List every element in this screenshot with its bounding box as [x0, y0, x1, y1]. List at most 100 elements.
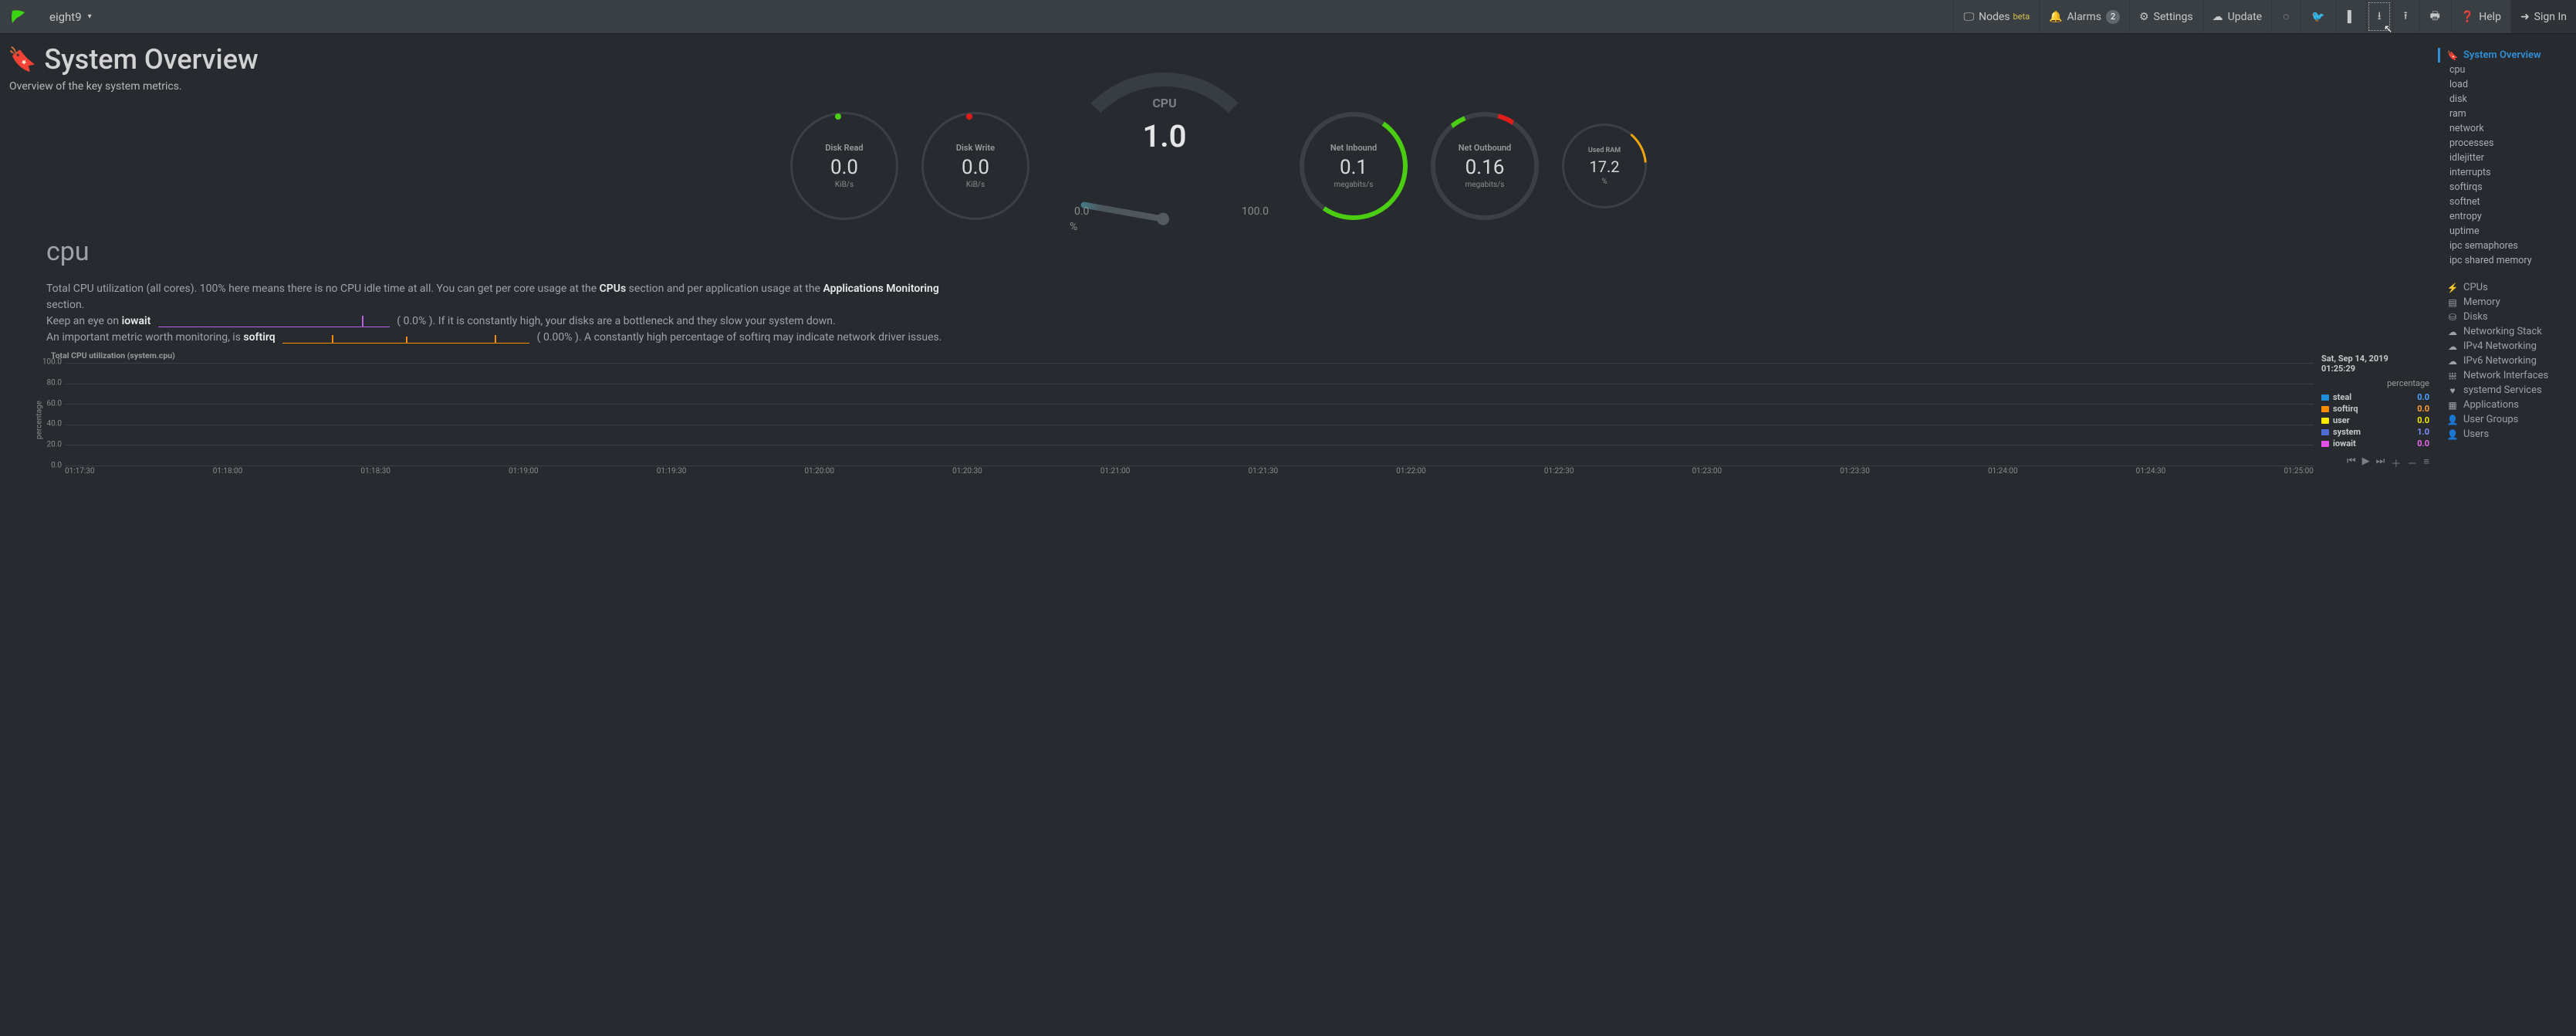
cpu-chart[interactable]: Total CPU utilization (system.cpu) perce…: [11, 350, 2314, 478]
hostname-dropdown[interactable]: eight9 ▾: [37, 10, 104, 24]
sidebar-item-memory[interactable]: ▤Memory: [2446, 295, 2567, 310]
gauge-cpu[interactable]: CPU 1.0 0.0 100.0 %: [1053, 96, 1276, 227]
legend-row-steal[interactable]: steal0.0: [2321, 391, 2429, 403]
sidebar-sub-softnet[interactable]: softnet: [2446, 195, 2567, 209]
alarms-count-badge: 2: [2106, 10, 2120, 24]
legend-date: Sat, Sep 14, 2019: [2321, 354, 2429, 364]
link-apps-monitoring[interactable]: Applications Monitoring: [823, 283, 938, 295]
cloud-icon: ☁: [2446, 327, 2459, 337]
facebook-icon: ▌: [2348, 10, 2355, 23]
nav-nodes[interactable]: 🖵 Nodes beta: [1953, 0, 2039, 33]
chart-xtick: 01:22:00: [1396, 467, 1426, 478]
sidebar-sub-cpu[interactable]: cpu: [2446, 63, 2567, 77]
gauge-disk-read[interactable]: Disk Read 0.0 KiB/s: [790, 112, 898, 220]
signin-icon: ➜: [2520, 11, 2530, 23]
sidebar-item-cpus[interactable]: ⚡CPUs: [2446, 280, 2567, 295]
chart-zoom-in-icon[interactable]: ＋: [2391, 455, 2401, 470]
bolt-icon: ⚡: [2446, 283, 2459, 293]
chart-xtick: 01:18:00: [213, 467, 243, 478]
sidebar-sub-uptime[interactable]: uptime: [2446, 224, 2567, 239]
nav-signin[interactable]: ➜ Sign In: [2510, 0, 2576, 33]
sidebar-item-ipv6-networking[interactable]: ☁IPv6 Networking: [2446, 354, 2567, 368]
sidebar-sub-ipc-semaphores[interactable]: ipc semaphores: [2446, 239, 2567, 253]
legend-row-iowait[interactable]: iowait0.0: [2321, 438, 2429, 449]
legend-row-user[interactable]: user0.0: [2321, 415, 2429, 426]
chart-zoom-out-icon[interactable]: －: [2407, 455, 2417, 470]
sidebar-item-ipv4-networking[interactable]: ☁IPv4 Networking: [2446, 339, 2567, 354]
legend-series-value: 0.0: [2417, 404, 2429, 414]
legend-swatch: [2321, 406, 2329, 412]
cpu-scale-max: 100.0: [1242, 205, 1269, 218]
nav-print[interactable]: 🖶: [2419, 0, 2451, 33]
chart-ytick: 60.0: [39, 399, 62, 408]
desc-text: section and per application usage at the: [629, 283, 823, 295]
sidebar-item-user-groups[interactable]: 👤User Groups: [2446, 412, 2567, 427]
sidebar-item-disks[interactable]: ⛁Disks: [2446, 310, 2567, 324]
legend-series-value: 1.0: [2417, 427, 2429, 437]
nav-github[interactable]: ◌: [2271, 0, 2300, 33]
print-icon: 🖶: [2430, 8, 2440, 26]
nav-update[interactable]: ☁ Update: [2202, 0, 2271, 33]
desc-text: An important metric worth monitoring, is: [46, 331, 243, 344]
nav-upload[interactable]: ⭱: [2392, 0, 2419, 33]
cpu-percent-symbol: %: [1070, 221, 1077, 233]
chart-controls: ⏮ ▶ ⏭ ＋ － ≡: [2321, 455, 2429, 470]
sidebar-sub-network[interactable]: network: [2446, 121, 2567, 136]
desc-text: (: [537, 331, 541, 344]
gauge-used-ram[interactable]: Used RAM 17.2 %: [1562, 124, 1647, 208]
sidebar-item-system-overview[interactable]: 🔖 System Overview: [2438, 48, 2567, 63]
sidebar-item-applications[interactable]: ▦Applications: [2446, 398, 2567, 412]
sidebar-sub-disk[interactable]: disk: [2446, 92, 2567, 107]
legend-swatch: [2321, 429, 2329, 435]
sidebar-sub-interrupts[interactable]: interrupts: [2446, 165, 2567, 180]
legend-row-softirq[interactable]: softirq0.0: [2321, 403, 2429, 415]
desc-highlight-softirq: softirq: [243, 331, 275, 344]
chart-xtick: 01:21:30: [1249, 467, 1279, 478]
nav-alarms[interactable]: 🔔 Alarms 2: [2039, 0, 2129, 33]
sidebar-sub-processes[interactable]: processes: [2446, 136, 2567, 151]
github-icon: ◌: [2283, 10, 2289, 23]
nav-help[interactable]: ❓ Help: [2451, 0, 2510, 33]
chart-play-icon[interactable]: ▶: [2362, 455, 2370, 470]
chart-xtick: 01:23:00: [1692, 467, 1722, 478]
chart-rewind-icon[interactable]: ⏮: [2347, 455, 2356, 470]
bell-icon: 🔔: [2049, 11, 2062, 23]
sidebar-item-networking-stack[interactable]: ☁Networking Stack: [2446, 324, 2567, 339]
chart-plot-area[interactable]: [65, 362, 2314, 466]
sidebar-sub-softirqs[interactable]: softirqs: [2446, 180, 2567, 195]
gauge-disk-write[interactable]: Disk Write 0.0 KiB/s: [921, 112, 1029, 220]
sidebar-item-network-interfaces[interactable]: 𝍐Network Interfaces: [2446, 368, 2567, 383]
legend-row-system[interactable]: system 1.0: [2321, 426, 2429, 438]
desc-text: ). A constantly high percentage of softi…: [575, 331, 941, 344]
bookmark-icon: 🔖: [8, 46, 36, 73]
sidebar-sub-entropy[interactable]: entropy: [2446, 209, 2567, 224]
sidebar-item-label: Applications: [2463, 399, 2519, 411]
legend-series-name: steal: [2333, 392, 2351, 402]
page-title-row: 🔖 System Overview: [8, 43, 2429, 76]
desc-text: Total CPU utilization (all cores). 100% …: [46, 283, 600, 295]
user-icon: 👤: [2446, 429, 2459, 440]
sidebar-sub-ipc-shared-memory[interactable]: ipc shared memory: [2446, 253, 2567, 268]
sidebar-sub-ram[interactable]: ram: [2446, 107, 2567, 121]
sidebar-item-systemd-services[interactable]: ♥systemd Services: [2446, 383, 2567, 398]
nav-settings[interactable]: ⚙ Settings: [2129, 0, 2202, 33]
sidebar-item-users[interactable]: 👤Users: [2446, 427, 2567, 442]
legend-series-name: system: [2333, 427, 2361, 437]
gauge-dot: [966, 113, 972, 120]
nav-facebook[interactable]: ▌: [2336, 0, 2366, 33]
download-icon: ⭳: [2378, 8, 2382, 26]
legend-series-name: iowait: [2333, 438, 2356, 449]
logo[interactable]: [0, 0, 37, 34]
chart-forward-icon[interactable]: ⏭: [2376, 455, 2385, 470]
legend-series-value: 0.0: [2417, 415, 2429, 425]
chart-resize-icon[interactable]: ≡: [2423, 455, 2429, 470]
user-icon: 👤: [2446, 415, 2459, 425]
nav-twitter[interactable]: 🐦: [2300, 0, 2335, 33]
gauge-net-inbound[interactable]: Net Inbound 0.1 megabits/s: [1300, 112, 1408, 220]
link-cpus[interactable]: CPUs: [600, 283, 627, 295]
gauge-net-outbound[interactable]: Net Outbound 0.16 megabits/s: [1431, 112, 1539, 220]
sidebar-sub-load[interactable]: load: [2446, 77, 2567, 92]
chart-ytick: 0.0: [39, 462, 62, 470]
sidebar-sub-idlejitter[interactable]: idlejitter: [2446, 151, 2567, 165]
nav-download[interactable]: ⭳ ↖: [2366, 0, 2392, 33]
